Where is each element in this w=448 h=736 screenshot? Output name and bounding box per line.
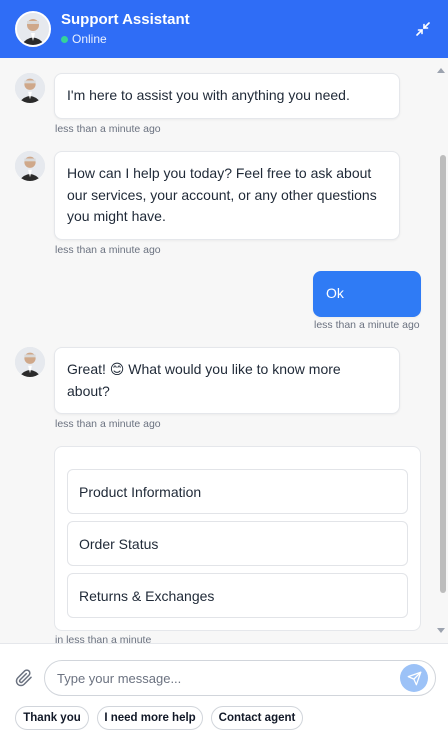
assistant-message: I'm here to assist you with anything you… [54,73,400,119]
message-list[interactable]: I'm here to assist you with anything you… [0,58,448,643]
assistant-avatar [15,73,45,103]
status-indicator: Online [61,31,190,47]
options-timestamp: in less than a minute [55,634,152,643]
assistant-message: How can I help you today? Feel free to a… [54,151,400,240]
option-product-information[interactable]: Product Information [67,469,408,514]
assistant-avatar [15,11,51,47]
paperclip-icon[interactable] [14,668,34,688]
assistant-avatar [15,151,45,181]
message-timestamp: less than a minute ago [55,123,161,135]
message-timestamp: less than a minute ago [314,319,420,331]
quick-reply-contact-agent[interactable]: Contact agent [211,706,303,730]
chat-header: Support Assistant Online [0,0,448,58]
user-message: Ok [313,271,421,317]
quick-reply-thank-you[interactable]: Thank you [15,706,89,730]
quick-options-card: Product Information Order Status Returns… [54,446,421,631]
send-button[interactable] [400,664,428,692]
online-dot-icon [61,35,68,43]
composer: Thank you I need more help Contact agent [0,643,448,736]
option-order-status[interactable]: Order Status [67,521,408,566]
scroll-down-arrow-icon[interactable] [437,628,445,633]
header-title: Support Assistant [61,11,190,28]
message-input[interactable] [44,660,436,696]
send-icon [407,671,421,685]
message-timestamp: less than a minute ago [55,244,161,256]
assistant-avatar [15,347,45,377]
quick-reply-more-help[interactable]: I need more help [97,706,203,730]
assistant-message: Great! 😊 What would you like to know mor… [54,347,400,414]
status-text: Online [72,32,107,46]
chat-scrollbar[interactable] [436,58,448,643]
message-timestamp: less than a minute ago [55,418,161,430]
scroll-up-arrow-icon[interactable] [437,68,445,73]
scrollbar-thumb[interactable] [440,155,446,593]
minimize-icon[interactable] [413,19,433,39]
option-returns-exchanges[interactable]: Returns & Exchanges [67,573,408,618]
